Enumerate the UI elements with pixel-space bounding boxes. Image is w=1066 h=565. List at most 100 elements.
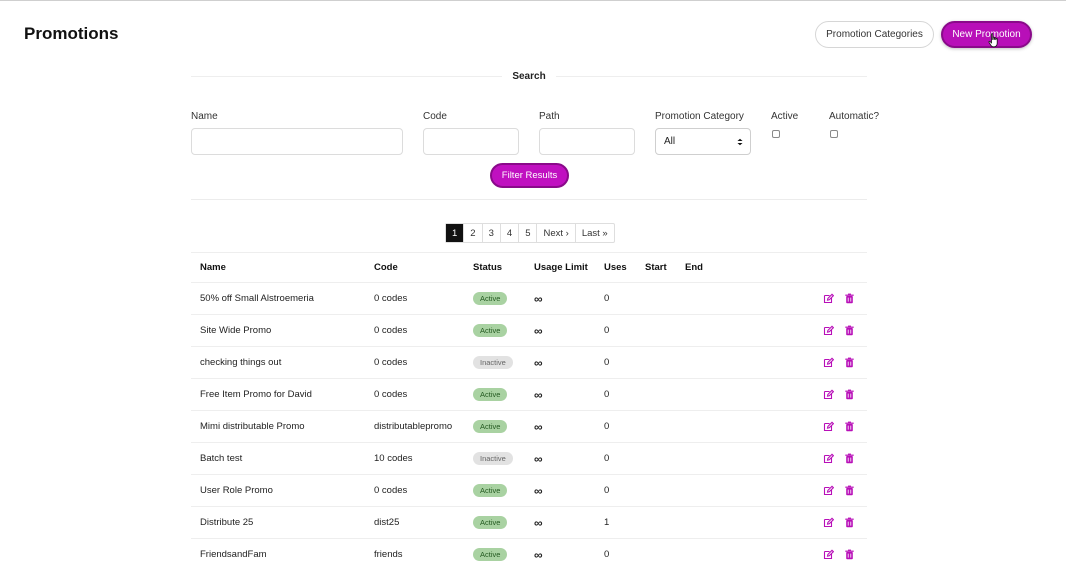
trash-icon[interactable] (844, 293, 855, 304)
status-cell: Inactive (473, 347, 513, 378)
promotion-code: 0 codes (374, 485, 408, 496)
trash-icon[interactable] (844, 389, 855, 400)
status-badge: Active (473, 484, 508, 497)
header-start: Start (645, 262, 667, 273)
status-badge: Active (473, 516, 508, 529)
promotion-name: checking things out (200, 357, 282, 368)
edit-icon[interactable] (823, 389, 834, 400)
uses-count: 0 (604, 325, 610, 336)
automatic-checkbox[interactable] (830, 130, 838, 138)
header-status: Status (473, 262, 503, 273)
usage-limit: ∞ (534, 323, 543, 338)
header-usage-limit: Usage Limit (534, 262, 588, 273)
page-title: Promotions (24, 24, 119, 43)
promotion-name: Mimi distributable Promo (200, 421, 305, 432)
status-cell: Active (473, 379, 508, 410)
code-label: Code (423, 111, 447, 122)
trash-icon[interactable] (844, 421, 855, 432)
edit-icon[interactable] (823, 485, 834, 496)
edit-icon[interactable] (823, 517, 834, 528)
table-row: FriendsandFam friends Active ∞ 0 (191, 539, 867, 565)
code-input[interactable] (423, 128, 519, 155)
path-input[interactable] (539, 128, 635, 155)
table-row: User Role Promo 0 codes Active ∞ 0 (191, 475, 867, 507)
promotion-code: 0 codes (374, 389, 408, 400)
promotion-code: 0 codes (374, 357, 408, 368)
header-code: Code (374, 262, 398, 273)
header-name: Name (200, 262, 226, 273)
edit-icon[interactable] (823, 325, 834, 336)
trash-icon[interactable] (844, 517, 855, 528)
edit-icon[interactable] (823, 421, 834, 432)
status-badge: Active (473, 292, 508, 305)
uses-count: 1 (604, 517, 610, 528)
promotion-name: Site Wide Promo (200, 325, 272, 336)
usage-limit: ∞ (534, 355, 543, 370)
status-badge: Inactive (473, 356, 513, 369)
status-cell: Active (473, 475, 508, 506)
promotion-name: 50% off Small Alstroemeria (200, 293, 314, 304)
promotion-code: 0 codes (374, 293, 408, 304)
header-uses: Uses (604, 262, 627, 273)
uses-count: 0 (604, 293, 610, 304)
select-arrows-icon (737, 138, 743, 145)
usage-limit: ∞ (534, 291, 543, 306)
table-row: checking things out 0 codes Inactive ∞ 0 (191, 347, 867, 379)
promotion-code: 0 codes (374, 325, 408, 336)
promotion-category-select[interactable]: All (655, 128, 751, 155)
promotion-code: 10 codes (374, 453, 413, 464)
promotions-table: Name Code Status Usage Limit Uses Start … (191, 252, 867, 565)
row-actions (823, 539, 855, 565)
table-row: 50% off Small Alstroemeria 0 codes Active ∞… (191, 283, 867, 315)
promotion-code: dist25 (374, 517, 400, 528)
automatic-label: Automatic? (829, 111, 880, 122)
hand-pointer-icon (988, 33, 998, 48)
name-input[interactable] (191, 128, 403, 155)
table-body: 50% off Small Alstroemeria 0 codes Active ∞… (191, 283, 867, 565)
status-cell: Active (473, 507, 508, 538)
table-header-row: Name Code Status Usage Limit Uses Start … (191, 252, 867, 283)
edit-icon[interactable] (823, 453, 834, 464)
new-promotion-button[interactable]: New Promotion (941, 21, 1032, 48)
row-actions (823, 315, 855, 346)
promotion-categories-button[interactable]: Promotion Categories (815, 21, 934, 48)
page-3-button[interactable]: 3 (481, 224, 500, 242)
name-label: Name (191, 111, 218, 122)
trash-icon[interactable] (844, 357, 855, 368)
active-checkbox[interactable] (772, 130, 780, 138)
promotion-code: distributablepromo (374, 421, 453, 432)
search-heading: Search (512, 70, 546, 82)
usage-limit: ∞ (534, 387, 543, 402)
status-cell: Active (473, 411, 508, 442)
status-badge: Active (473, 388, 508, 401)
filter-results-button[interactable]: Filter Results (490, 163, 569, 188)
edit-icon[interactable] (823, 357, 834, 368)
row-actions (823, 283, 855, 314)
uses-count: 0 (604, 485, 610, 496)
table-row: Free Item Promo for David 0 codes Active ∞ 0 (191, 379, 867, 411)
status-cell: Active (473, 315, 508, 346)
trash-icon[interactable] (844, 549, 855, 560)
uses-count: 0 (604, 357, 610, 368)
next-page-button[interactable]: Next › (536, 224, 574, 242)
edit-icon[interactable] (823, 293, 834, 304)
trash-icon[interactable] (844, 485, 855, 496)
page-5-button[interactable]: 5 (518, 224, 536, 242)
promotion-category-label: Promotion Category (655, 111, 744, 122)
trash-icon[interactable] (844, 453, 855, 464)
page-4-button[interactable]: 4 (499, 224, 518, 242)
page-1-button[interactable]: 1 (446, 224, 464, 242)
status-badge: Active (473, 420, 508, 433)
row-actions (823, 347, 855, 378)
page-2-button[interactable]: 2 (463, 224, 481, 242)
row-actions (823, 507, 855, 538)
legend-line-right (555, 75, 868, 77)
last-page-button[interactable]: Last » (574, 224, 614, 242)
active-label: Active (771, 111, 799, 122)
row-actions (823, 443, 855, 474)
edit-icon[interactable] (823, 549, 834, 560)
usage-limit: ∞ (534, 547, 543, 562)
path-label: Path (539, 111, 560, 122)
trash-icon[interactable] (844, 325, 855, 336)
status-cell: Active (473, 283, 508, 314)
